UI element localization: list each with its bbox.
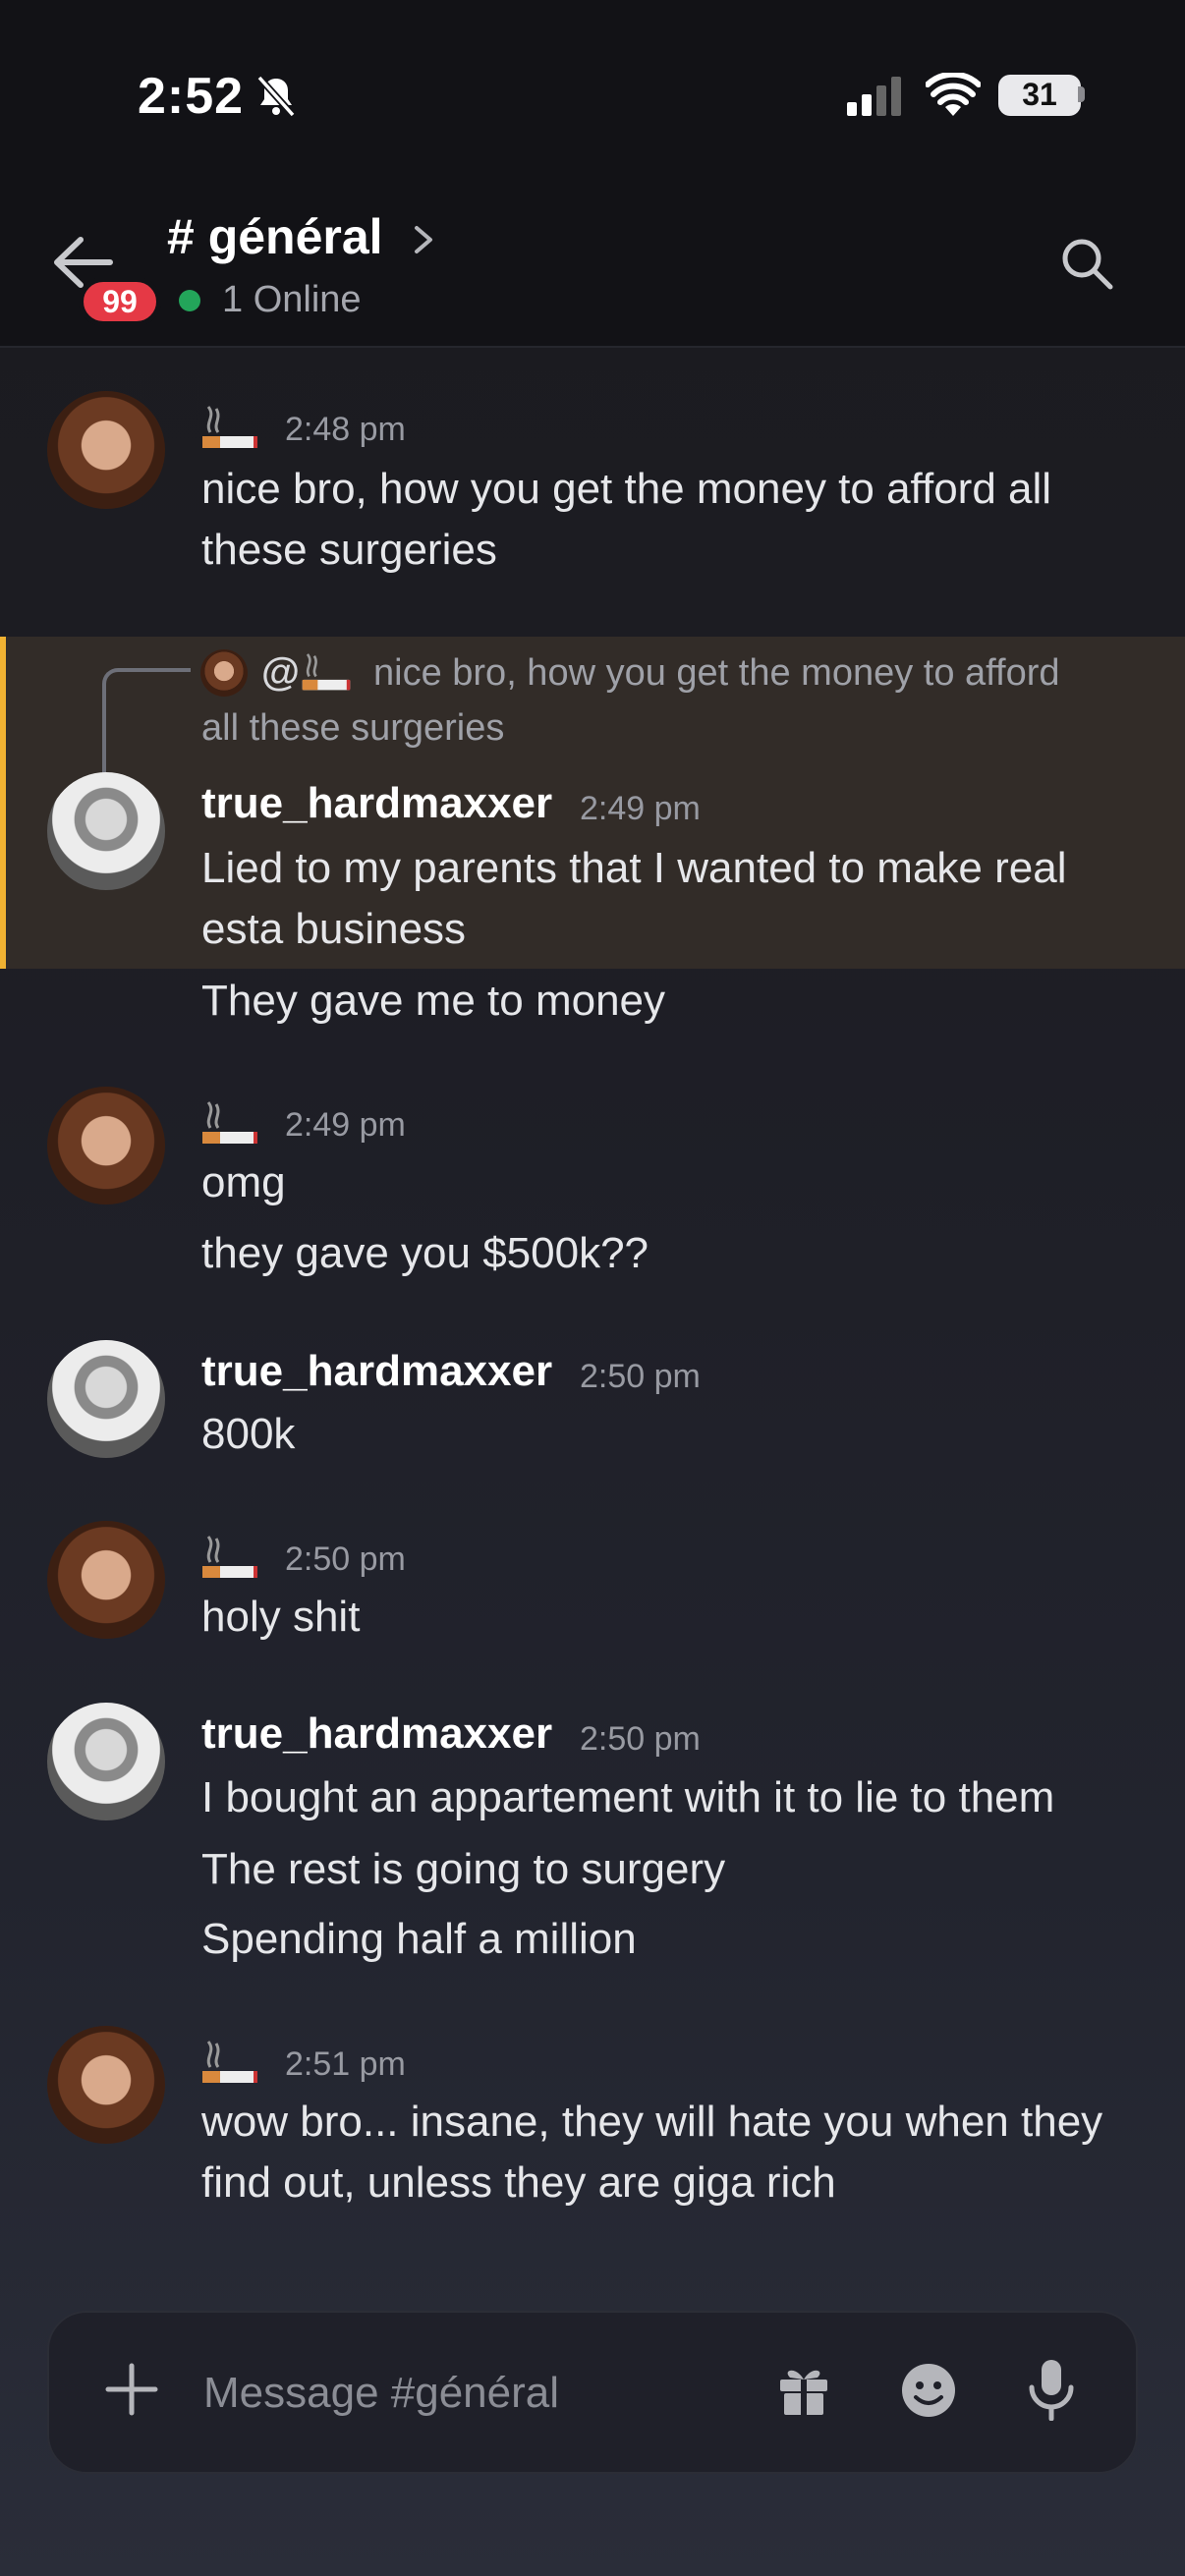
reply-preview-text[interactable]: nice bro, how you get the money to affor… (373, 652, 1060, 695)
message-text: 800k (201, 1410, 296, 1458)
message-time: 2:48 pm (285, 411, 406, 448)
gift-icon[interactable] (776, 2362, 831, 2417)
status-time: 2:52 (138, 68, 245, 125)
author-name[interactable]: true_hardmaxxer (201, 1347, 552, 1396)
cellular-signal-icon (847, 77, 901, 116)
author-name[interactable]: true_hardmaxxer (201, 779, 552, 828)
message-text: nice bro, how you get the money to affor… (201, 465, 1052, 513)
message-time: 2:50 pm (580, 1720, 701, 1758)
unread-badge[interactable]: 99 (79, 277, 161, 326)
message-input[interactable] (201, 2358, 716, 2429)
reply-mention[interactable]: @ (261, 650, 300, 695)
avatar[interactable] (47, 1703, 165, 1820)
avatar[interactable] (47, 1521, 165, 1639)
cigarette-emoji-icon[interactable] (200, 1098, 259, 1149)
message-time: 2:49 pm (285, 1106, 406, 1144)
message-text: Spending half a million (201, 1915, 637, 1963)
reply-connector (102, 668, 191, 776)
message-text: holy shit (201, 1593, 361, 1641)
message-text: omg (201, 1158, 286, 1206)
message-text: find out, unless they are giga rich (201, 2158, 836, 2207)
cigarette-emoji-icon[interactable] (200, 403, 259, 454)
message-text: esta business (201, 905, 467, 953)
battery-tip (1078, 86, 1085, 102)
message-text: they gave you $500k?? (201, 1229, 649, 1277)
emoji-icon[interactable] (900, 2362, 957, 2419)
mention-highlight-bar (0, 637, 6, 969)
channel-title[interactable]: # général (167, 208, 383, 265)
search-icon[interactable] (1059, 236, 1114, 291)
cigarette-emoji-icon[interactable] (200, 1533, 259, 1584)
message-text: Lied to my parents that I wanted to make… (201, 844, 1067, 892)
message-text: They gave me to money (201, 977, 666, 1025)
wifi-icon (926, 73, 981, 116)
microphone-icon[interactable] (1026, 2358, 1077, 2421)
online-count: 1 Online (222, 279, 362, 320)
battery-icon: 31 (998, 75, 1081, 116)
message-text: The rest is going to surgery (201, 1845, 726, 1893)
online-status-dot (179, 290, 200, 311)
message-text: I bought an appartement with it to lie t… (201, 1773, 1055, 1821)
avatar[interactable] (47, 1340, 165, 1458)
bell-muted-icon (256, 75, 296, 118)
message-time: 2:50 pm (580, 1358, 701, 1395)
plus-icon[interactable] (104, 2362, 159, 2417)
author-name[interactable]: true_hardmaxxer (201, 1709, 552, 1759)
message-time: 2:51 pm (285, 2045, 406, 2083)
cigarette-emoji-icon[interactable] (200, 2038, 259, 2089)
message-text: wow bro... insane, they will hate you wh… (201, 2098, 1103, 2146)
reply-avatar[interactable] (200, 649, 248, 697)
chevron-right-icon[interactable] (411, 224, 436, 255)
reply-preview-text[interactable]: all these surgeries (201, 707, 504, 750)
message-time: 2:50 pm (285, 1540, 406, 1578)
cigarette-emoji-icon[interactable] (301, 650, 352, 696)
avatar[interactable] (47, 1087, 165, 1204)
avatar[interactable] (47, 2026, 165, 2144)
message-text: these surgeries (201, 526, 497, 574)
message-time: 2:49 pm (580, 790, 701, 827)
battery-level: 31 (1022, 77, 1057, 112)
avatar[interactable] (47, 391, 165, 509)
avatar[interactable] (47, 772, 165, 890)
